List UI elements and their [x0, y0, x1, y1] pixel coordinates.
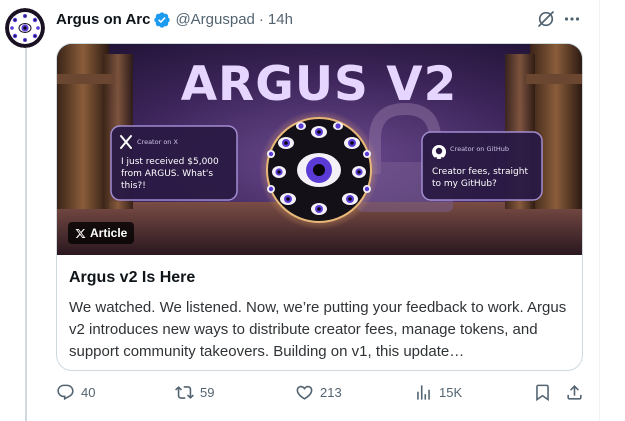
article-card[interactable]: ARGUS V2 Creator on X I just received $5… [56, 43, 583, 371]
like-count: 213 [320, 384, 342, 400]
right-bubble-line-2: to my GitHub? [432, 179, 497, 189]
bookmark-button[interactable] [533, 379, 552, 405]
share-button[interactable] [565, 379, 584, 405]
right-bubble-line-1: Creator fees, straight [432, 167, 528, 177]
article-card-body: Argus v2 Is Here We watched. We listened… [57, 255, 582, 363]
article-badge-label: Article [90, 226, 128, 240]
left-bubble-line-1: I just received $5,000 [121, 157, 219, 167]
left-bubble-line-3: this?! [121, 181, 146, 191]
article-description: We watched. We listened. Now, we’re putt… [69, 299, 567, 360]
like-button[interactable]: 213 [295, 379, 342, 405]
repost-count: 59 [200, 384, 215, 400]
article-title[interactable]: Argus v2 Is Here [69, 268, 570, 288]
avatar[interactable] [5, 8, 45, 48]
x-logo-icon [75, 228, 86, 238]
header-separator: · [258, 11, 264, 28]
verified-badge-icon [153, 11, 171, 29]
reply-button[interactable]: 40 [56, 379, 95, 405]
bookmark-icon [536, 384, 549, 401]
heart-icon [296, 385, 313, 400]
share-icon [567, 384, 582, 400]
analytics-bars-icon [417, 384, 430, 400]
article-badge: Article [68, 222, 135, 244]
left-bubble-platform: Creator on X [137, 138, 178, 146]
tweet: Argus on Arc @Arguspad · 14h ARGUS V2 Cr… [0, 0, 625, 421]
view-count: 15K [439, 384, 463, 400]
reply-count: 40 [81, 384, 96, 400]
eye-sphere-avatar-icon [5, 8, 45, 48]
tweet-action-bar: 40 59 213 15K [0, 379, 625, 405]
tweet-top-actions [533, 8, 585, 30]
tweet-header: Argus on Arc @Arguspad · 14h [56, 10, 293, 30]
more-horizontal-icon[interactable] [559, 8, 585, 30]
repost-button[interactable]: 59 [175, 379, 214, 405]
hero-headline: ARGUS V2 [181, 57, 458, 112]
timestamp[interactable]: 14h [268, 10, 293, 30]
left-bubble-line-2: from ARGUS. What's [121, 169, 213, 179]
views-button[interactable]: 15K [414, 379, 462, 405]
github-logo-icon [432, 145, 446, 159]
repost-icon [175, 385, 194, 399]
right-bubble-platform: Creator on GitHub [450, 145, 509, 153]
author-handle[interactable]: @Arguspad [175, 10, 254, 30]
column-divider [599, 0, 600, 421]
thread-connector-line [25, 48, 27, 421]
article-hero-image: ARGUS V2 Creator on X I just received $5… [57, 44, 582, 255]
grok-slash-icon[interactable] [533, 8, 559, 30]
reply-icon [57, 384, 74, 400]
display-name[interactable]: Argus on Arc [56, 10, 150, 30]
